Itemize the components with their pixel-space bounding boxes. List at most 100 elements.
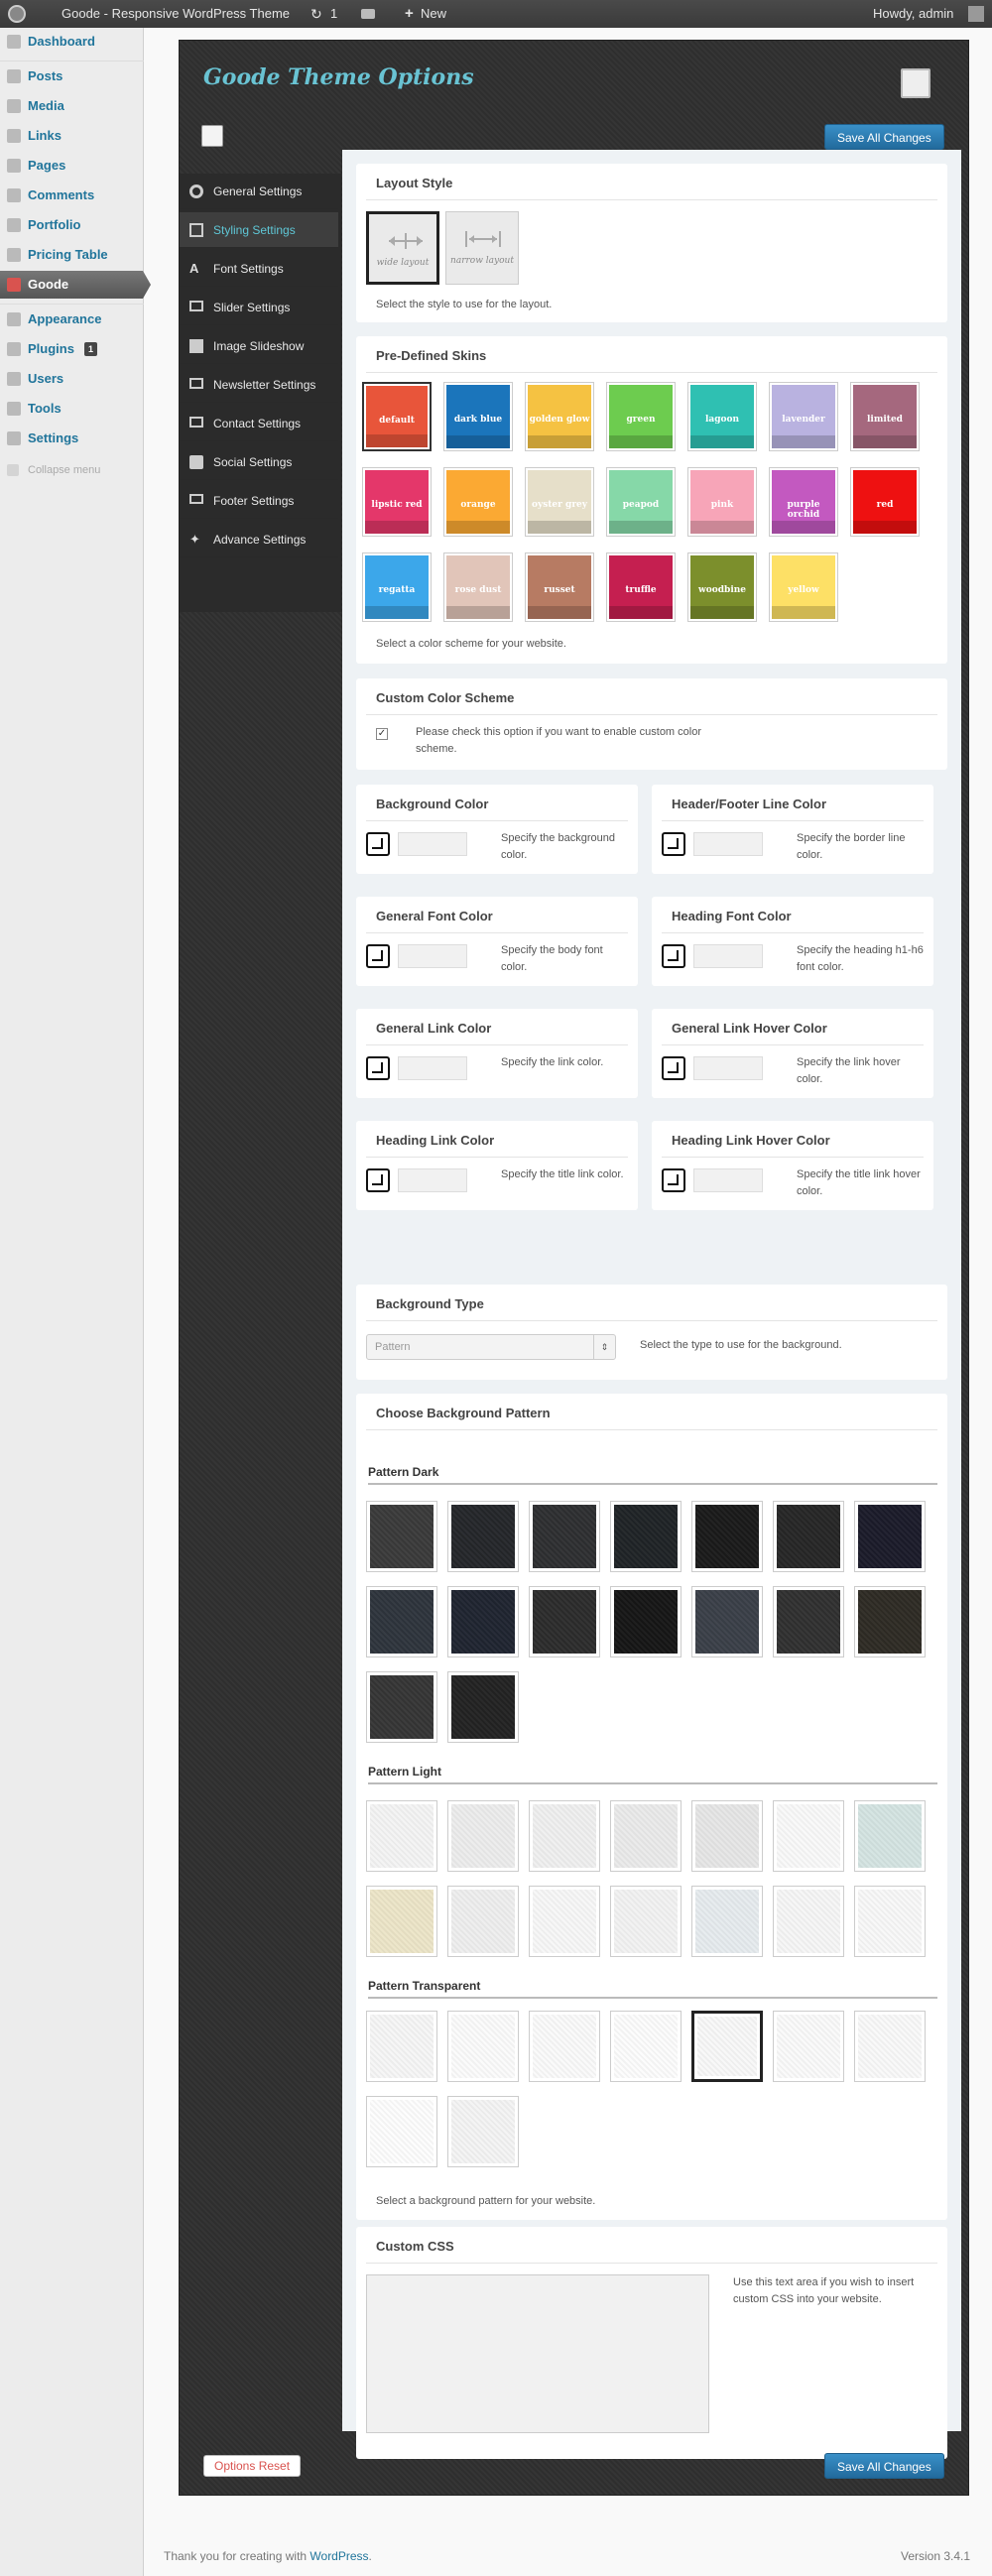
skin-swatch[interactable]: russet bbox=[525, 552, 594, 622]
plus-icon[interactable]: + bbox=[405, 0, 414, 28]
pattern-light-swatch[interactable] bbox=[691, 1800, 763, 1872]
pattern-light-swatch[interactable] bbox=[610, 1800, 682, 1872]
pattern-dark-swatch[interactable] bbox=[447, 1671, 519, 1743]
skin-swatch[interactable]: peapod bbox=[606, 467, 676, 537]
menu-appearance[interactable]: Appearance bbox=[0, 306, 144, 333]
pattern-dark-swatch[interactable] bbox=[529, 1586, 600, 1657]
color-picker-icon[interactable] bbox=[662, 832, 685, 856]
pattern-light-swatch[interactable] bbox=[366, 1886, 437, 1957]
color-picker-icon[interactable] bbox=[366, 1056, 390, 1080]
background-type-select[interactable]: Pattern ⇕ bbox=[366, 1334, 616, 1360]
updates-icon[interactable]: ↻ bbox=[310, 0, 322, 28]
new-link[interactable]: New bbox=[421, 0, 446, 28]
pattern-dark-swatch[interactable] bbox=[447, 1501, 519, 1572]
pattern-light-swatch[interactable] bbox=[529, 1886, 600, 1957]
save-all-button-bottom[interactable]: Save All Changes bbox=[824, 2453, 944, 2479]
color-picker-icon[interactable] bbox=[366, 944, 390, 968]
color-picker-icon[interactable] bbox=[662, 1168, 685, 1192]
tab-font-settings[interactable]: A Font Settings bbox=[180, 251, 338, 287]
pattern-transparent-swatch[interactable] bbox=[366, 2011, 437, 2082]
save-all-button-top[interactable]: Save All Changes bbox=[824, 124, 944, 150]
menu-media[interactable]: Media bbox=[0, 92, 144, 120]
pattern-transparent-swatch[interactable] bbox=[610, 2011, 682, 2082]
skin-swatch[interactable]: truffle bbox=[606, 552, 676, 622]
pattern-dark-swatch[interactable] bbox=[366, 1671, 437, 1743]
skin-swatch[interactable]: oyster grey bbox=[525, 467, 594, 537]
skin-swatch[interactable]: default bbox=[362, 382, 432, 451]
pattern-dark-swatch[interactable] bbox=[854, 1501, 926, 1572]
site-name-link[interactable]: Goode - Responsive WordPress Theme bbox=[62, 0, 290, 28]
tab-footer-settings[interactable]: Footer Settings bbox=[180, 483, 338, 519]
pattern-transparent-swatch[interactable] bbox=[691, 2011, 763, 2082]
pattern-light-swatch[interactable] bbox=[691, 1886, 763, 1957]
skin-swatch[interactable]: orange bbox=[443, 467, 513, 537]
wordpress-logo-icon[interactable] bbox=[8, 5, 26, 23]
menu-users[interactable]: Users bbox=[0, 365, 144, 393]
skin-swatch[interactable]: yellow bbox=[769, 552, 838, 622]
color-input[interactable] bbox=[693, 1168, 763, 1192]
menu-comments[interactable]: Comments bbox=[0, 182, 144, 209]
skin-swatch[interactable]: golden glow bbox=[525, 382, 594, 451]
custom-scheme-checkbox[interactable]: ✓ bbox=[376, 728, 388, 740]
wide-layout-option[interactable]: wide layout bbox=[366, 211, 439, 285]
pattern-dark-swatch[interactable] bbox=[366, 1501, 437, 1572]
tab-advance-settings[interactable]: ✦ Advance Settings bbox=[180, 522, 338, 557]
menu-goode[interactable]: Goode bbox=[0, 271, 151, 299]
color-picker-icon[interactable] bbox=[662, 944, 685, 968]
skin-swatch[interactable]: green bbox=[606, 382, 676, 451]
skin-swatch[interactable]: dark blue bbox=[443, 382, 513, 451]
color-picker-icon[interactable] bbox=[366, 832, 390, 856]
pattern-light-swatch[interactable] bbox=[773, 1800, 844, 1872]
pattern-transparent-swatch[interactable] bbox=[854, 2011, 926, 2082]
skin-swatch[interactable]: pink bbox=[687, 467, 757, 537]
skin-swatch[interactable]: lipstic red bbox=[362, 467, 432, 537]
collapse-menu[interactable]: Collapse menu bbox=[0, 456, 144, 484]
menu-plugins[interactable]: Plugins 1 bbox=[0, 335, 144, 363]
avatar[interactable] bbox=[968, 6, 984, 22]
color-input[interactable] bbox=[398, 1168, 467, 1192]
howdy-user[interactable]: Howdy, admin bbox=[873, 0, 953, 28]
pattern-light-swatch[interactable] bbox=[447, 1800, 519, 1872]
color-input[interactable] bbox=[693, 944, 763, 968]
color-input[interactable] bbox=[693, 1056, 763, 1080]
menu-settings[interactable]: Settings bbox=[0, 425, 144, 452]
skin-swatch[interactable]: limited bbox=[850, 382, 920, 451]
options-reset-button[interactable]: Options Reset bbox=[203, 2455, 302, 2477]
tab-slider-settings[interactable]: Slider Settings bbox=[180, 290, 338, 325]
color-picker-icon[interactable] bbox=[366, 1168, 390, 1192]
menu-posts[interactable]: Posts bbox=[0, 62, 144, 90]
menu-links[interactable]: Links bbox=[0, 122, 144, 150]
pattern-dark-swatch[interactable] bbox=[773, 1501, 844, 1572]
pattern-dark-swatch[interactable] bbox=[366, 1586, 437, 1657]
custom-css-textarea[interactable] bbox=[366, 2274, 709, 2433]
skin-swatch[interactable]: woodbine bbox=[687, 552, 757, 622]
menu-tools[interactable]: Tools bbox=[0, 395, 144, 423]
pattern-dark-swatch[interactable] bbox=[691, 1586, 763, 1657]
tab-social-settings[interactable]: Social Settings bbox=[180, 444, 338, 480]
tab-contact-settings[interactable]: Contact Settings bbox=[180, 406, 338, 441]
pattern-dark-swatch[interactable] bbox=[691, 1501, 763, 1572]
pattern-light-swatch[interactable] bbox=[529, 1800, 600, 1872]
pattern-transparent-swatch[interactable] bbox=[447, 2096, 519, 2167]
comments-icon[interactable] bbox=[361, 9, 375, 19]
menu-pricing-table[interactable]: Pricing Table bbox=[0, 241, 144, 269]
tab-styling-settings[interactable]: Styling Settings bbox=[180, 212, 338, 248]
color-input[interactable] bbox=[398, 1056, 467, 1080]
pattern-dark-swatch[interactable] bbox=[854, 1586, 926, 1657]
pattern-dark-swatch[interactable] bbox=[529, 1501, 600, 1572]
skin-swatch[interactable]: lavender bbox=[769, 382, 838, 451]
pattern-dark-swatch[interactable] bbox=[610, 1586, 682, 1657]
menu-pages[interactable]: Pages bbox=[0, 152, 144, 180]
pattern-transparent-swatch[interactable] bbox=[366, 2096, 437, 2167]
color-input[interactable] bbox=[398, 832, 467, 856]
skin-swatch[interactable]: purple orchid bbox=[769, 467, 838, 537]
pattern-transparent-swatch[interactable] bbox=[447, 2011, 519, 2082]
skin-swatch[interactable]: rose dust bbox=[443, 552, 513, 622]
pattern-light-swatch[interactable] bbox=[854, 1886, 926, 1957]
narrow-layout-option[interactable]: narrow layout bbox=[445, 211, 519, 285]
pattern-light-swatch[interactable] bbox=[773, 1886, 844, 1957]
updates-count[interactable]: 1 bbox=[330, 0, 337, 28]
pattern-light-swatch[interactable] bbox=[366, 1800, 437, 1872]
pattern-transparent-swatch[interactable] bbox=[529, 2011, 600, 2082]
pattern-dark-swatch[interactable] bbox=[610, 1501, 682, 1572]
